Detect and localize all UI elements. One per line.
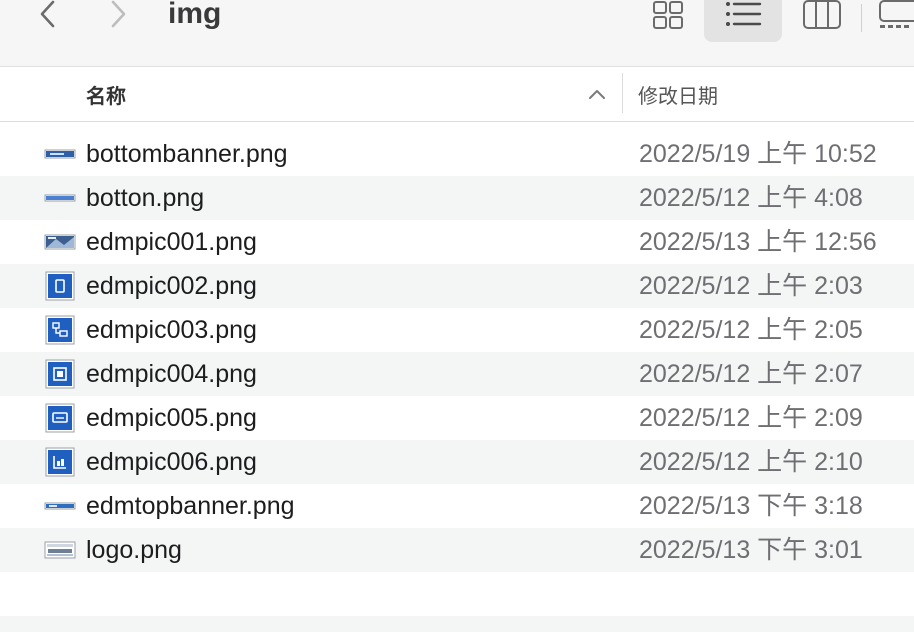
columns-icon bbox=[803, 0, 841, 29]
file-row[interactable]: edmpic002.png 2022/5/12 上午 2:03 bbox=[0, 264, 914, 308]
file-row[interactable]: edmpic003.png 2022/5/12 上午 2:05 bbox=[0, 308, 914, 352]
column-date-header[interactable]: 修改日期 bbox=[638, 80, 718, 109]
file-name: bottombanner.png bbox=[86, 140, 288, 168]
file-name: botton.png bbox=[86, 184, 205, 212]
file-date: 2022/5/12 上午 2:07 bbox=[639, 360, 863, 388]
file-name: edmtopbanner.png bbox=[86, 492, 295, 520]
blue-square-thumbnail-icon bbox=[45, 271, 75, 301]
file-name: edmpic003.png bbox=[86, 316, 257, 344]
file-row[interactable]: edmpic006.png 2022/5/12 上午 2:10 bbox=[0, 440, 914, 484]
chevron-right-icon bbox=[111, 0, 126, 28]
column-divider[interactable] bbox=[622, 73, 623, 113]
sort-ascending-icon[interactable] bbox=[586, 83, 608, 105]
file-date: 2022/5/13 下午 3:18 bbox=[639, 492, 863, 520]
file-name: edmpic004.png bbox=[86, 360, 257, 388]
file-date: 2022/5/12 上午 2:10 bbox=[639, 448, 863, 476]
view-columns-button[interactable] bbox=[800, 0, 846, 42]
gallery-icon bbox=[879, 0, 914, 28]
forward-button[interactable] bbox=[102, 0, 136, 34]
view-list-button[interactable] bbox=[704, 0, 782, 42]
banner-thumbnail-icon bbox=[44, 194, 76, 202]
file-date: 2022/5/13 上午 12:56 bbox=[639, 228, 877, 256]
file-date: 2022/5/12 上午 4:08 bbox=[639, 184, 863, 212]
file-row[interactable]: edmpic004.png 2022/5/12 上午 2:07 bbox=[0, 352, 914, 396]
file-date: 2022/5/19 上午 10:52 bbox=[639, 140, 877, 168]
file-date: 2022/5/12 上午 2:03 bbox=[639, 272, 863, 300]
file-name: edmpic001.png bbox=[86, 228, 257, 256]
photo-thumbnail-icon bbox=[44, 234, 76, 250]
column-header: 名称 修改日期 bbox=[0, 67, 914, 122]
file-row[interactable]: logo.png 2022/5/13 下午 3:01 bbox=[0, 528, 914, 572]
blue-square-thumbnail-icon bbox=[45, 315, 75, 345]
blue-square-thumbnail-icon bbox=[45, 447, 75, 477]
file-name: edmpic006.png bbox=[86, 448, 257, 476]
list-icon bbox=[726, 2, 762, 26]
back-button[interactable] bbox=[32, 0, 66, 34]
file-date: 2022/5/12 上午 2:05 bbox=[639, 316, 863, 344]
file-row[interactable]: botton.png 2022/5/12 上午 4:08 bbox=[0, 176, 914, 220]
blue-square-thumbnail-icon bbox=[45, 359, 75, 389]
toolbar: img bbox=[0, 0, 914, 67]
chevron-left-icon bbox=[40, 0, 55, 28]
toolbar-separator bbox=[861, 4, 862, 32]
file-row[interactable]: bottombanner.png 2022/5/19 上午 10:52 bbox=[0, 132, 914, 176]
banner-thumbnail-icon bbox=[44, 502, 76, 510]
view-gallery-button[interactable] bbox=[874, 0, 914, 42]
file-name: edmpic002.png bbox=[86, 272, 257, 300]
file-name: logo.png bbox=[86, 536, 182, 564]
empty-row-band bbox=[0, 616, 914, 632]
banner-thumbnail-icon bbox=[44, 149, 76, 159]
file-date: 2022/5/12 上午 2:09 bbox=[639, 404, 863, 432]
file-name: edmpic005.png bbox=[86, 404, 257, 432]
file-date: 2022/5/13 下午 3:01 bbox=[639, 536, 863, 564]
logo-thumbnail-icon bbox=[44, 541, 76, 559]
grid-icon bbox=[653, 1, 683, 29]
file-list: bottombanner.png 2022/5/19 上午 10:52 bott… bbox=[0, 132, 914, 572]
file-row[interactable]: edmtopbanner.png 2022/5/13 下午 3:18 bbox=[0, 484, 914, 528]
column-name-header[interactable]: 名称 bbox=[86, 80, 126, 109]
file-row[interactable]: edmpic005.png 2022/5/12 上午 2:09 bbox=[0, 396, 914, 440]
blue-square-thumbnail-icon bbox=[45, 403, 75, 433]
window-title: img bbox=[168, 0, 222, 30]
view-icons-button[interactable] bbox=[650, 0, 690, 42]
file-row[interactable]: edmpic001.png 2022/5/13 上午 12:56 bbox=[0, 220, 914, 264]
